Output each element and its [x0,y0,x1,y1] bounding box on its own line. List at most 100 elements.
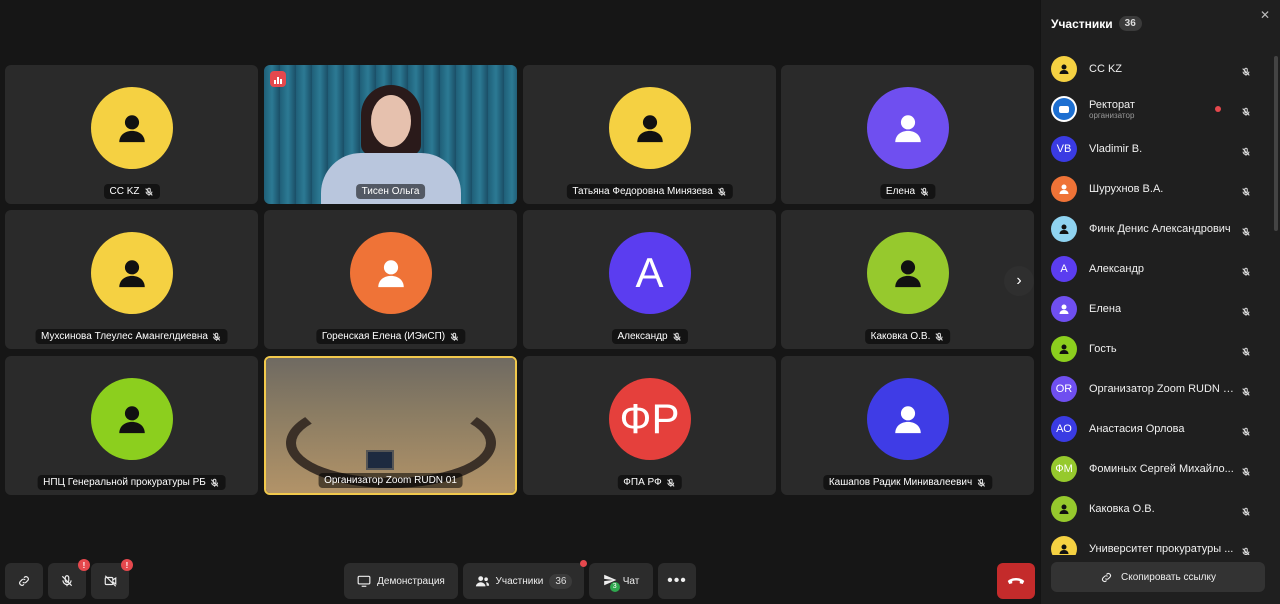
participants-label: Участники [495,575,544,587]
initials-avatar: АО [1051,416,1077,442]
person-icon [866,378,949,460]
participant-tile[interactable]: CC KZ [5,65,258,204]
participant-list-item[interactable]: Финк Денис Александрович [1041,209,1273,249]
panel-title-text: Участники [1051,16,1113,31]
chat-unread-badge: 3 [609,581,620,592]
mic-off-icon [212,332,222,342]
participant-list-name: Финк Денис Александрович [1089,223,1231,235]
participant-nameplate: Тисен Ольга [355,184,426,199]
screen-share-button[interactable]: Демонстрация [344,563,458,599]
participant-list-item[interactable]: OR Организатор Zoom RUDN 02 [1041,369,1273,409]
participant-tile[interactable]: Каковка О.В. [781,210,1034,349]
participant-name: НПЦ Генеральной прокуратуры РБ [43,477,206,488]
person-icon [349,232,432,314]
person-icon [1051,216,1077,242]
participant-list-name: Александр [1089,263,1145,275]
chat-button[interactable]: 3 Чат [589,563,653,599]
mic-off-icon [449,332,459,342]
participant-nameplate: Мухсинова Тлеулес Амангелдиевна [35,329,228,344]
participant-tile[interactable]: Тисен Ольга [264,65,517,204]
mic-warning-badge: ! [78,559,90,571]
person-icon [1051,496,1077,522]
participant-name: Александр [617,331,668,342]
participant-list-item[interactable]: Ректорат организатор [1041,89,1273,129]
mic-off-icon [1241,184,1251,196]
participant-list-name: Организатор Zoom RUDN 02 [1089,383,1234,395]
participant-list-name: Vladimir B. [1089,143,1143,155]
participants-count: 36 [549,573,573,589]
participant-tile[interactable]: Мухсинова Тлеулес Амангелдиевна [5,210,258,349]
participant-list-item[interactable]: Университет прокуратуры ... [1041,529,1273,555]
microphone-toggle-button[interactable]: ! [48,559,90,599]
screen-share-icon [357,575,371,587]
mic-off-icon [934,332,944,342]
next-page-button[interactable]: › [1004,266,1034,296]
participant-tile[interactable]: НПЦ Генеральной прокуратуры РБ [5,356,258,495]
participant-name: Тисен Ольга [361,186,420,197]
participant-list-scrollbar[interactable] [1274,56,1278,231]
mic-off-icon [144,187,154,197]
participant-name: Татьяна Федоровна Минязева [572,186,713,197]
participant-list-item[interactable]: Гость [1041,329,1273,369]
camera-toggle-button[interactable]: ! [91,559,133,599]
participant-list-name: Каковка О.В. [1089,503,1155,515]
participant-nameplate: Татьяна Федоровна Минязева [566,184,733,199]
participant-list-item[interactable]: АО Анастасия Орлова [1041,409,1273,449]
participant-list-item[interactable]: Шурухнов В.А. [1041,169,1273,209]
participant-tile[interactable]: Татьяна Федоровна Минязева [523,65,776,204]
participant-nameplate: НПЦ Генеральной прокуратуры РБ [37,475,226,490]
person-icon [608,87,691,169]
participant-list-item[interactable]: Елена [1041,289,1273,329]
person-icon [1051,296,1077,322]
participant-name: CC KZ [109,186,140,197]
participant-tile[interactable]: Елена [781,65,1034,204]
participant-tile[interactable]: ФР ФПА РФ [523,356,776,495]
participant-list-name: CC KZ [1089,63,1122,75]
mic-off-icon [1241,144,1251,156]
more-dots-icon: ••• [667,572,687,589]
camera-off-icon [104,575,116,587]
person-icon [90,232,173,314]
recording-dot-icon [1215,106,1221,112]
initials-avatar: VB [1051,136,1077,162]
person-icon [1051,536,1077,555]
close-panel-button[interactable]: ✕ [1260,8,1270,22]
speaking-indicator-icon [270,71,286,87]
initials-avatar: ФМ [1051,456,1077,482]
mic-off-icon [1241,504,1251,516]
participant-list-item[interactable]: VB Vladimir B. [1041,129,1273,169]
participant-list-name: Ректорат организатор [1089,98,1135,120]
participant-name: Кашапов Радик Минивалеевич [828,477,973,488]
mic-off-icon [1241,344,1251,356]
mic-off-icon [672,332,682,342]
more-options-button[interactable]: ••• [658,563,696,599]
participant-nameplate: ФПА РФ [617,475,682,490]
participant-name: ФПА РФ [623,477,662,488]
participant-list-item[interactable]: ФМ Фоминых Сергей Михайло... [1041,449,1273,489]
participant-name: Елена [885,186,916,197]
mic-off-icon [1241,544,1251,555]
mic-off-icon [976,478,986,488]
participant-list-name: Фоминых Сергей Михайло... [1089,463,1234,475]
participant-nameplate: Каковка О.В. [864,329,951,344]
person-icon [1051,176,1077,202]
leave-call-button[interactable] [997,563,1035,599]
participant-role: организатор [1089,110,1135,120]
participant-nameplate: CC KZ [103,184,160,199]
participant-tile[interactable]: Кашапов Радик Минивалеевич [781,356,1034,495]
person-icon [90,87,173,169]
link-icon [19,576,29,586]
mic-off-icon [1241,464,1251,476]
copy-link-button[interactable]: Скопировать ссылку [1051,562,1265,592]
close-icon: ✕ [1259,8,1270,22]
participants-button[interactable]: Участники 36 [463,560,587,599]
participant-list-item[interactable]: CC KZ [1041,49,1273,89]
mic-off-icon [1241,64,1251,76]
participant-list-item[interactable]: А Александр [1041,249,1273,289]
copy-link-toolbar-button[interactable] [5,563,43,599]
mic-off-icon [1241,104,1251,116]
participant-list-item[interactable]: Каковка О.В. [1041,489,1273,529]
participant-tile[interactable]: А Александр [523,210,776,349]
participant-tile[interactable]: Организатор Zoom RUDN 01 [264,356,517,495]
participant-tile[interactable]: Горенская Елена (ИЭиСП) [264,210,517,349]
